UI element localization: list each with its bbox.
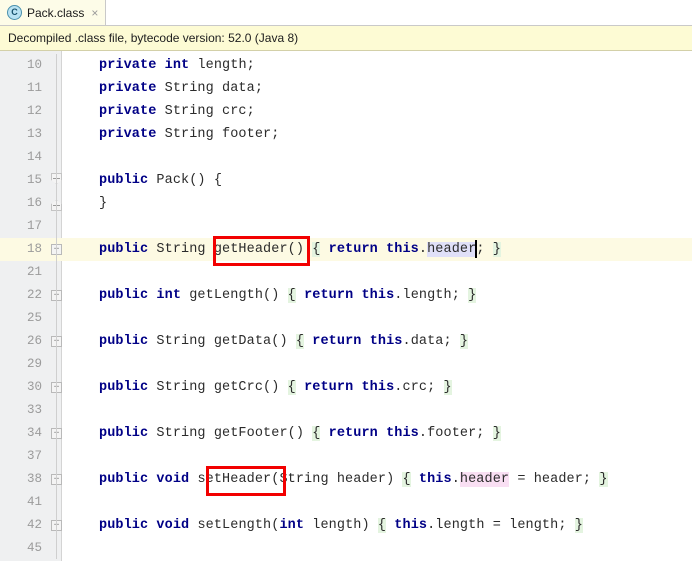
line-number: 45 <box>26 541 42 555</box>
line-number: 37 <box>26 449 42 463</box>
text-caret <box>475 240 477 258</box>
code-editor[interactable]: 10 private int length; 11 private String da… <box>0 51 692 561</box>
code-text: public int getLength() { return this.len… <box>99 288 477 303</box>
line-number: 42 <box>26 518 42 532</box>
code-line-12[interactable]: 12 private String crc; <box>0 100 692 123</box>
code-text: public void setLength(int length) { this… <box>99 518 583 533</box>
code-line-21[interactable]: 21 <box>0 261 692 284</box>
fold-guide-line <box>56 54 57 559</box>
code-line-26[interactable]: 26+public String getData() { return this… <box>0 330 692 353</box>
line-number: 13 <box>26 127 42 141</box>
line-number: 30 <box>26 380 42 394</box>
line-number: 26 <box>26 334 42 348</box>
line-number: 16 <box>26 196 42 210</box>
banner-message: Decompiled .class file, bytecode version… <box>8 31 299 45</box>
code-line-41[interactable]: 41 <box>0 491 692 514</box>
line-number: 10 <box>26 58 42 72</box>
line-number: 34 <box>26 426 42 440</box>
code-line-42[interactable]: 42+public void setLength(int length) { t… <box>0 514 692 537</box>
code-text: public String getHeader() { return this.… <box>99 242 501 257</box>
line-number: 18 <box>26 242 42 256</box>
code-text: public Pack() { <box>99 173 223 188</box>
line-number: 15 <box>26 173 42 187</box>
code-line-29[interactable]: 29 <box>0 353 692 376</box>
code-line-37[interactable]: 37 <box>0 445 692 468</box>
code-line-38[interactable]: 38+public void setHeader(String header) … <box>0 468 692 491</box>
code-line-45[interactable]: 45 <box>0 537 692 560</box>
java-class-icon: C <box>7 5 22 20</box>
code-text: public void setHeader(String header) { t… <box>99 472 608 487</box>
code-line-33[interactable]: 33 <box>0 399 692 422</box>
code-text: } <box>99 196 108 211</box>
close-icon[interactable]: × <box>91 7 98 19</box>
code-line-13[interactable]: 13 private String footer; <box>0 123 692 146</box>
code-line-18[interactable]: 18+public String getHeader() { return th… <box>0 238 692 261</box>
code-text: private String crc; <box>99 104 255 119</box>
code-line-14[interactable]: 14 <box>0 146 692 169</box>
code-line-25[interactable]: 25 <box>0 307 692 330</box>
code-text: private int length; <box>99 58 255 73</box>
line-number: 41 <box>26 495 42 509</box>
code-line-34[interactable]: 34+public String getFooter() { return th… <box>0 422 692 445</box>
tab-pack-class[interactable]: C Pack.class × <box>0 0 106 25</box>
line-number: 12 <box>26 104 42 118</box>
code-line-10[interactable]: 10 private int length; <box>0 54 692 77</box>
code-line-16[interactable]: 16} <box>0 192 692 215</box>
line-number: 22 <box>26 288 42 302</box>
tab-bar-empty-area <box>105 0 692 25</box>
decompiler-window: C Pack.class × Decompiled .class file, b… <box>0 0 692 561</box>
line-number: 33 <box>26 403 42 417</box>
editor-tab-bar: C Pack.class × <box>0 0 692 26</box>
code-line-15[interactable]: 15 public Pack() { <box>0 169 692 192</box>
code-text: private String data; <box>99 81 264 96</box>
code-line-17[interactable]: 17 <box>0 215 692 238</box>
line-number: 21 <box>26 265 42 279</box>
line-number: 25 <box>26 311 42 325</box>
code-line-11[interactable]: 11 private String data; <box>0 77 692 100</box>
code-text: public String getCrc() { return this.crc… <box>99 380 452 395</box>
line-number: 17 <box>26 219 42 233</box>
line-number: 11 <box>26 81 42 95</box>
code-line-30[interactable]: 30+public String getCrc() { return this.… <box>0 376 692 399</box>
decompiled-notification-banner: Decompiled .class file, bytecode version… <box>0 26 692 51</box>
line-number: 29 <box>26 357 42 371</box>
code-line-22[interactable]: 22+public int getLength() { return this.… <box>0 284 692 307</box>
line-number: 14 <box>26 150 42 164</box>
code-text: public String getFooter() { return this.… <box>99 426 501 441</box>
code-text: private String footer; <box>99 127 280 142</box>
code-text: public String getData() { return this.da… <box>99 334 469 349</box>
tab-label: Pack.class <box>27 5 85 20</box>
line-number: 38 <box>26 472 42 486</box>
